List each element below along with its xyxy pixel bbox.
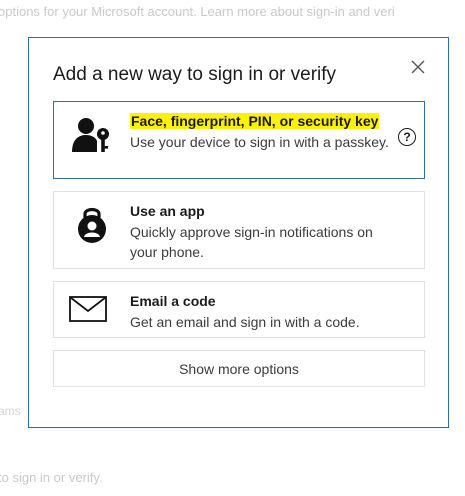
background-footer-text: to sign in or verify. <box>0 470 103 485</box>
authenticator-lock-icon <box>76 204 108 249</box>
close-button[interactable] <box>407 56 429 78</box>
envelope-icon <box>69 296 107 327</box>
help-icon[interactable]: ? <box>398 128 416 146</box>
option-description: Quickly approve sign-in notifications on… <box>130 224 373 260</box>
dialog-title: Add a new way to sign in or verify <box>53 64 337 85</box>
show-more-options-button[interactable]: Show more options <box>53 350 425 387</box>
option-description: Get an email and sign in with a code. <box>130 314 360 330</box>
person-key-icon <box>72 116 112 159</box>
background-info-text: options for your Microsoft account. Lear… <box>0 4 395 19</box>
highlighted-title: Face, fingerprint, PIN, or security key <box>130 113 380 129</box>
close-icon <box>411 60 425 74</box>
option-title: Face, fingerprint, PIN, or security key <box>130 113 380 129</box>
option-use-app[interactable]: Use an app Quickly approve sign-in notif… <box>53 191 425 269</box>
option-title: Email a code <box>130 293 216 309</box>
option-title: Use an app <box>130 203 205 219</box>
option-passkey[interactable]: Face, fingerprint, PIN, or security key … <box>53 101 425 179</box>
background-fragment: ams <box>0 404 21 418</box>
option-email-code[interactable]: Email a code Get an email and sign in wi… <box>53 281 425 338</box>
option-description: Use your device to sign in with a passke… <box>130 134 389 150</box>
sign-in-method-dialog: Add a new way to sign in or verify Face,… <box>28 37 449 428</box>
